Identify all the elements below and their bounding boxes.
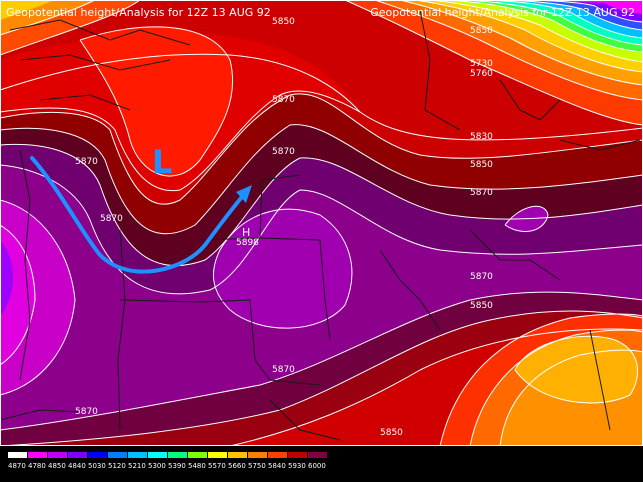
color-legend-label: 5120 [108, 462, 126, 470]
high-value-label: 5898 [236, 238, 259, 248]
color-swatch [28, 452, 47, 458]
color-swatch [288, 452, 307, 458]
color-swatch [268, 452, 287, 458]
contour-label: 5830 [470, 132, 493, 142]
color-legend-label: 5300 [148, 462, 166, 470]
color-legend-label: 5030 [88, 462, 106, 470]
contour-label: 5870 [272, 365, 295, 375]
contour-label: 5870 [272, 95, 295, 105]
color-legend-swatches [8, 452, 327, 458]
contour-label: 5870 [75, 407, 98, 417]
color-legend-label: 5840 [268, 462, 286, 470]
contour-label: 5870 [272, 147, 295, 157]
color-legend: 4870 4780 4850 4840 5030 5120 5210 5300 5390 5480… [8, 452, 327, 470]
contour-label: 5850 [470, 26, 493, 36]
map-title-right: Geopotential height/Analysis for 12Z 13 … [370, 6, 635, 19]
color-legend-label: 4840 [68, 462, 86, 470]
map-title-left: Geopotential height/Analysis for 12Z 13 … [6, 6, 271, 19]
contour-label: 5870 [470, 272, 493, 282]
color-swatch [68, 452, 87, 458]
contour-label: 5870 [100, 214, 123, 224]
color-legend-label: 4780 [28, 462, 46, 470]
color-swatch [8, 452, 27, 458]
contour-label: 5870 [75, 157, 98, 167]
contour-label: 5850 [470, 301, 493, 311]
color-swatch [48, 452, 67, 458]
color-swatch [308, 452, 327, 458]
color-legend-label: 5390 [168, 462, 186, 470]
color-swatch [228, 452, 247, 458]
color-legend-label: 5930 [288, 462, 306, 470]
color-legend-label: 5480 [188, 462, 206, 470]
color-swatch [148, 452, 167, 458]
contour-label: 5850 [272, 17, 295, 27]
color-legend-label: 4850 [48, 462, 66, 470]
color-swatch [88, 452, 107, 458]
color-legend-label: 5750 [248, 462, 266, 470]
color-swatch [188, 452, 207, 458]
color-swatch [108, 452, 127, 458]
color-legend-label: 5570 [208, 462, 226, 470]
geopotential-map: 5850 5870 5730 5760 5830 5850 5850 5870 … [0, 0, 643, 446]
low-pressure-marker: L [152, 143, 172, 181]
color-legend-label: 5660 [228, 462, 246, 470]
contour-label: 5870 [470, 188, 493, 198]
color-swatch [248, 452, 267, 458]
contour-label: 5850 [470, 160, 493, 170]
color-legend-label: 6000 [308, 462, 326, 470]
color-legend-label: 4870 [8, 462, 26, 470]
color-swatch [168, 452, 187, 458]
contour-label: 5760 [470, 69, 493, 79]
color-legend-labels: 4870 4780 4850 4840 5030 5120 5210 5300 5390 5480… [8, 462, 326, 470]
contour-label: 5850 [380, 428, 403, 438]
color-swatch [208, 452, 227, 458]
contour-label: 5730 [470, 59, 493, 69]
color-legend-label: 5210 [128, 462, 146, 470]
color-swatch [128, 452, 147, 458]
